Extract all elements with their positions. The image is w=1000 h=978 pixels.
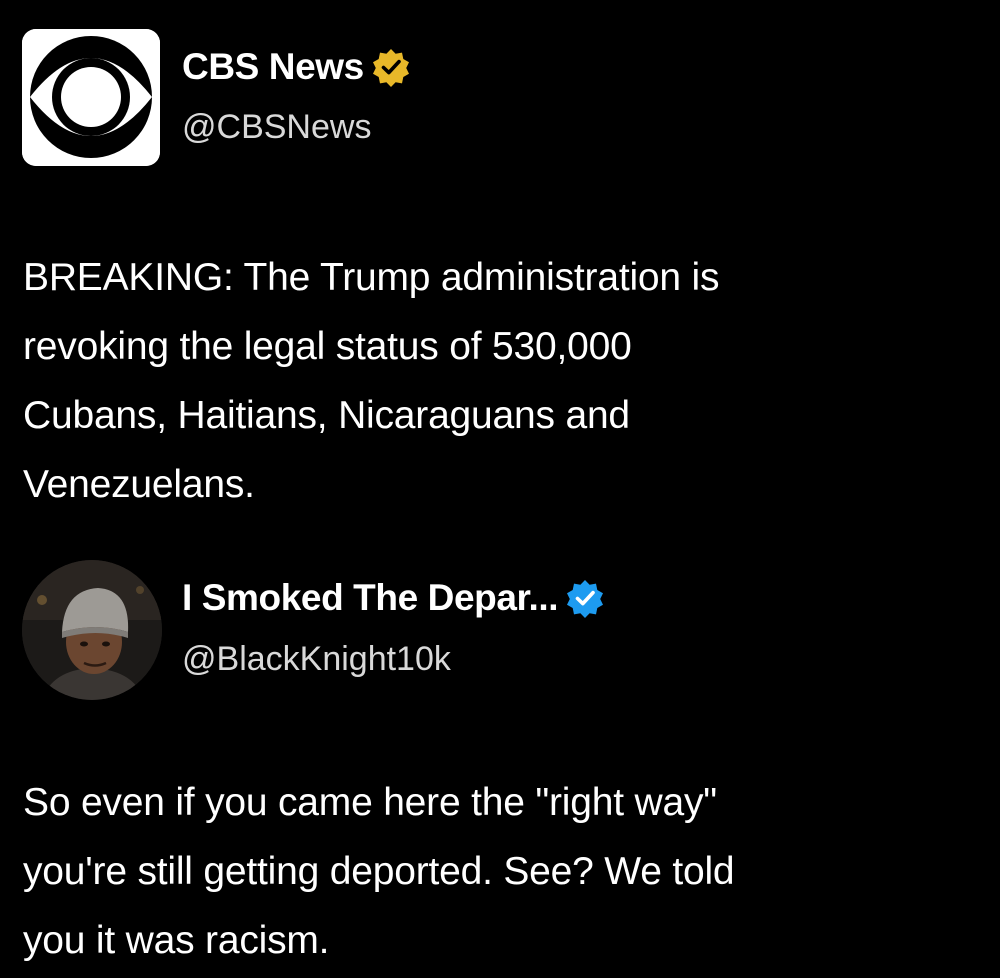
blue-verified-badge-icon [567, 580, 604, 618]
post-text-line: Cubans, Haitians, Nicaraguans and [23, 394, 630, 437]
reply-text: So even if you came here the "right way"… [23, 768, 983, 975]
post-text-line: Venezuelans. [23, 463, 255, 506]
reply-author-name-row: I Smoked The Depar... [182, 577, 605, 619]
post-text-line: revoking the legal status of 530,000 [23, 325, 632, 368]
post-text-line: BREAKING: The Trump administration is [23, 256, 720, 299]
author-handle[interactable]: @CBSNews [182, 108, 371, 147]
cbs-news-avatar[interactable] [22, 29, 160, 166]
post-reply: I Smoked The Depar... @BlackKnight10k So… [0, 540, 1000, 978]
reply-text-line: you it was racism. [23, 919, 330, 962]
author-name-row: CBS News [182, 46, 411, 88]
reply-text-line: So even if you came here the "right way" [23, 781, 717, 824]
reply-author-handle[interactable]: @BlackKnight10k [182, 640, 451, 679]
reply-text-line: you're still getting deported. See? We t… [23, 850, 735, 893]
gold-verified-badge-icon [372, 49, 409, 87]
post-text: BREAKING: The Trump administration is re… [23, 243, 983, 519]
cbs-eye-logo-icon [22, 29, 160, 166]
reply-author-display-name[interactable]: I Smoked The Depar... [182, 577, 559, 619]
author-display-name[interactable]: CBS News [182, 46, 364, 88]
reply-author-avatar[interactable] [22, 560, 162, 700]
profile-photo-icon [22, 560, 162, 700]
post-cbs-news: CBS News @CBSNews BREAKING: The Trump ad… [0, 0, 1000, 540]
